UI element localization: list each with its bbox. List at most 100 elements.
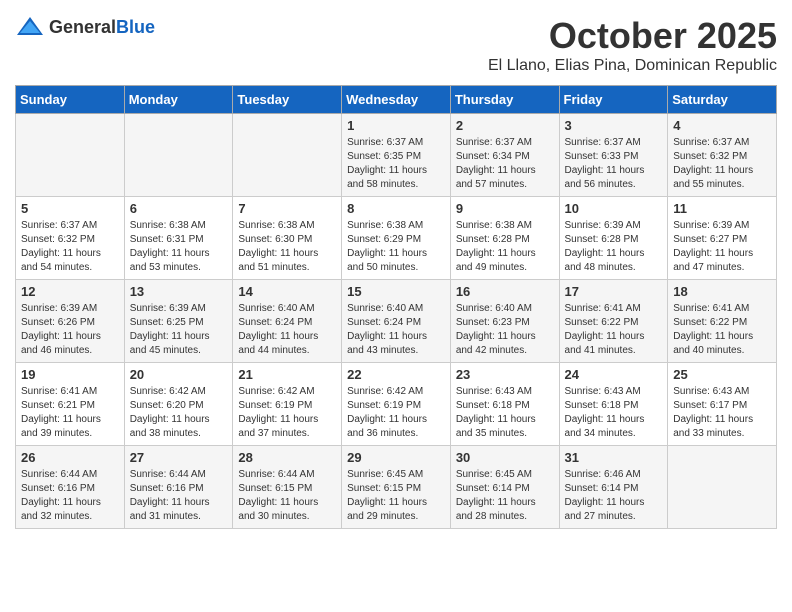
day-info: Sunrise: 6:43 AM Sunset: 6:18 PM Dayligh… <box>565 385 663 441</box>
day-info: Sunrise: 6:40 AM Sunset: 6:24 PM Dayligh… <box>347 302 445 358</box>
day-number: 19 <box>21 367 119 382</box>
day-number: 24 <box>565 367 663 382</box>
calendar-week-row: 26 Sunrise: 6:44 AM Sunset: 6:16 PM Dayli… <box>16 446 777 529</box>
calendar-cell: 30Sunrise: 6:45 AM Sunset: 6:14 PM Dayli… <box>450 446 559 529</box>
day-number: 13 <box>130 284 228 299</box>
calendar-table: SundayMondayTuesdayWednesdayThursdayFrid… <box>15 85 777 529</box>
day-number: 17 <box>565 284 663 299</box>
day-number: 28 <box>238 450 336 465</box>
day-info: Sunrise: 6:42 AM Sunset: 6:20 PM Dayligh… <box>130 385 228 441</box>
weekday-header: Tuesday <box>233 86 342 114</box>
calendar-cell: 14 Sunrise: 6:40 AM Sunset: 6:24 PM Dayli… <box>233 280 342 363</box>
weekday-header: Wednesday <box>342 86 451 114</box>
day-number: 8 <box>347 201 445 216</box>
calendar-cell: 8Sunrise: 6:38 AM Sunset: 6:29 PM Daylig… <box>342 197 451 280</box>
day-info: Sunrise: 6:41 AM Sunset: 6:22 PM Dayligh… <box>565 302 663 358</box>
calendar-week-row: 12 Sunrise: 6:39 AM Sunset: 6:26 PM Dayli… <box>16 280 777 363</box>
day-info: Sunrise: 6:39 AM Sunset: 6:28 PM Dayligh… <box>565 219 663 275</box>
day-number: 27 <box>130 450 228 465</box>
calendar-cell: 29Sunrise: 6:45 AM Sunset: 6:15 PM Dayli… <box>342 446 451 529</box>
day-info: Sunrise: 6:45 AM Sunset: 6:15 PM Dayligh… <box>347 468 445 524</box>
calendar-cell: 10 Sunrise: 6:39 AM Sunset: 6:28 PM Dayli… <box>559 197 668 280</box>
calendar-cell: 7 Sunrise: 6:38 AM Sunset: 6:30 PM Daylig… <box>233 197 342 280</box>
calendar-cell: 2Sunrise: 6:37 AM Sunset: 6:34 PM Daylig… <box>450 114 559 197</box>
calendar-cell: 17 Sunrise: 6:41 AM Sunset: 6:22 PM Dayli… <box>559 280 668 363</box>
calendar-cell: 5 Sunrise: 6:37 AM Sunset: 6:32 PM Daylig… <box>16 197 125 280</box>
calendar-cell: 20 Sunrise: 6:42 AM Sunset: 6:20 PM Dayli… <box>124 363 233 446</box>
location-title: El Llano, Elias Pina, Dominican Republic <box>488 57 777 75</box>
day-info: Sunrise: 6:43 AM Sunset: 6:17 PM Dayligh… <box>673 385 771 441</box>
day-number: 23 <box>456 367 554 382</box>
title-block: October 2025 El Llano, Elias Pina, Domin… <box>488 15 777 75</box>
day-number: 3 <box>565 118 663 133</box>
calendar-cell: 24 Sunrise: 6:43 AM Sunset: 6:18 PM Dayli… <box>559 363 668 446</box>
day-number: 25 <box>673 367 771 382</box>
calendar-cell: 27Sunrise: 6:44 AM Sunset: 6:16 PM Dayli… <box>124 446 233 529</box>
day-number: 7 <box>238 201 336 216</box>
day-number: 5 <box>21 201 119 216</box>
calendar-cell: 22 Sunrise: 6:42 AM Sunset: 6:19 PM Dayli… <box>342 363 451 446</box>
calendar-cell: 13 Sunrise: 6:39 AM Sunset: 6:25 PM Dayli… <box>124 280 233 363</box>
calendar-cell <box>124 114 233 197</box>
day-info: Sunrise: 6:39 AM Sunset: 6:26 PM Dayligh… <box>21 302 119 358</box>
day-info: Sunrise: 6:40 AM Sunset: 6:24 PM Dayligh… <box>238 302 336 358</box>
calendar-week-row: 19Sunrise: 6:41 AM Sunset: 6:21 PM Dayli… <box>16 363 777 446</box>
calendar-cell: 25 Sunrise: 6:43 AM Sunset: 6:17 PM Dayli… <box>668 363 777 446</box>
day-number: 31 <box>565 450 663 465</box>
day-number: 22 <box>347 367 445 382</box>
day-info: Sunrise: 6:44 AM Sunset: 6:15 PM Dayligh… <box>238 468 336 524</box>
calendar-cell: 16 Sunrise: 6:40 AM Sunset: 6:23 PM Dayli… <box>450 280 559 363</box>
day-number: 20 <box>130 367 228 382</box>
day-number: 16 <box>456 284 554 299</box>
calendar-cell: 3Sunrise: 6:37 AM Sunset: 6:33 PM Daylig… <box>559 114 668 197</box>
calendar-cell <box>668 446 777 529</box>
month-title: October 2025 <box>488 15 777 57</box>
calendar-cell: 31 Sunrise: 6:46 AM Sunset: 6:14 PM Dayli… <box>559 446 668 529</box>
day-info: Sunrise: 6:41 AM Sunset: 6:22 PM Dayligh… <box>673 302 771 358</box>
day-info: Sunrise: 6:40 AM Sunset: 6:23 PM Dayligh… <box>456 302 554 358</box>
day-number: 11 <box>673 201 771 216</box>
day-info: Sunrise: 6:37 AM Sunset: 6:32 PM Dayligh… <box>21 219 119 275</box>
calendar-cell: 23 Sunrise: 6:43 AM Sunset: 6:18 PM Dayli… <box>450 363 559 446</box>
day-info: Sunrise: 6:42 AM Sunset: 6:19 PM Dayligh… <box>347 385 445 441</box>
day-number: 4 <box>673 118 771 133</box>
calendar-cell <box>16 114 125 197</box>
day-info: Sunrise: 6:38 AM Sunset: 6:30 PM Dayligh… <box>238 219 336 275</box>
calendar-cell: 21 Sunrise: 6:42 AM Sunset: 6:19 PM Dayli… <box>233 363 342 446</box>
weekday-header: Monday <box>124 86 233 114</box>
calendar-header: SundayMondayTuesdayWednesdayThursdayFrid… <box>16 86 777 114</box>
weekday-header: Friday <box>559 86 668 114</box>
calendar-cell: 11Sunrise: 6:39 AM Sunset: 6:27 PM Dayli… <box>668 197 777 280</box>
calendar-cell: 28 Sunrise: 6:44 AM Sunset: 6:15 PM Dayli… <box>233 446 342 529</box>
calendar-cell: 1 Sunrise: 6:37 AM Sunset: 6:35 PM Daylig… <box>342 114 451 197</box>
day-info: Sunrise: 6:38 AM Sunset: 6:28 PM Dayligh… <box>456 219 554 275</box>
day-info: Sunrise: 6:38 AM Sunset: 6:31 PM Dayligh… <box>130 219 228 275</box>
day-number: 12 <box>21 284 119 299</box>
day-number: 15 <box>347 284 445 299</box>
calendar-cell: 4 Sunrise: 6:37 AM Sunset: 6:32 PM Daylig… <box>668 114 777 197</box>
weekday-header: Thursday <box>450 86 559 114</box>
day-info: Sunrise: 6:46 AM Sunset: 6:14 PM Dayligh… <box>565 468 663 524</box>
day-info: Sunrise: 6:44 AM Sunset: 6:16 PM Dayligh… <box>21 468 119 524</box>
day-info: Sunrise: 6:37 AM Sunset: 6:32 PM Dayligh… <box>673 136 771 192</box>
calendar-cell: 12 Sunrise: 6:39 AM Sunset: 6:26 PM Dayli… <box>16 280 125 363</box>
day-number: 10 <box>565 201 663 216</box>
calendar-cell: 15 Sunrise: 6:40 AM Sunset: 6:24 PM Dayli… <box>342 280 451 363</box>
day-info: Sunrise: 6:39 AM Sunset: 6:25 PM Dayligh… <box>130 302 228 358</box>
day-number: 30 <box>456 450 554 465</box>
logo: GeneralBlue <box>15 15 155 39</box>
logo-general: General <box>49 17 116 37</box>
day-number: 21 <box>238 367 336 382</box>
day-number: 6 <box>130 201 228 216</box>
calendar-cell: 19Sunrise: 6:41 AM Sunset: 6:21 PM Dayli… <box>16 363 125 446</box>
day-number: 1 <box>347 118 445 133</box>
day-info: Sunrise: 6:42 AM Sunset: 6:19 PM Dayligh… <box>238 385 336 441</box>
day-number: 18 <box>673 284 771 299</box>
calendar-cell <box>233 114 342 197</box>
day-info: Sunrise: 6:37 AM Sunset: 6:35 PM Dayligh… <box>347 136 445 192</box>
calendar-body: 1 Sunrise: 6:37 AM Sunset: 6:35 PM Daylig… <box>16 114 777 529</box>
calendar-cell: 6 Sunrise: 6:38 AM Sunset: 6:31 PM Daylig… <box>124 197 233 280</box>
day-number: 14 <box>238 284 336 299</box>
day-number: 26 <box>21 450 119 465</box>
day-info: Sunrise: 6:43 AM Sunset: 6:18 PM Dayligh… <box>456 385 554 441</box>
